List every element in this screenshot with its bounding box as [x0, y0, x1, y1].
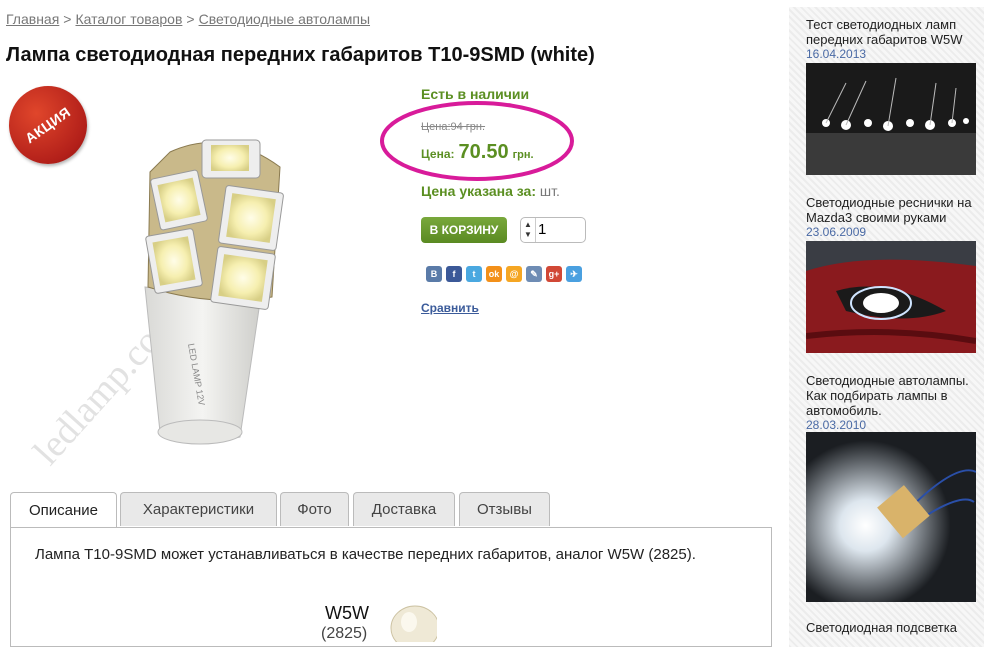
breadcrumb-link-home[interactable]: Главная	[6, 11, 59, 27]
livejournal-icon[interactable]: ✎	[526, 266, 542, 282]
quantity-input[interactable]	[538, 220, 578, 238]
googleplus-icon[interactable]: g+	[546, 266, 562, 282]
tab-delivery[interactable]: Доставка	[353, 492, 455, 526]
tab-photo[interactable]: Фото	[280, 492, 349, 526]
twitter-icon[interactable]: t	[466, 266, 482, 282]
price-currency: грн.	[512, 149, 534, 161]
news-image[interactable]	[806, 432, 976, 602]
share-buttons: Вf t ok @ ✎ g+ ✈	[426, 266, 582, 282]
news-date: 23.06.2009	[806, 225, 867, 239]
news-title[interactable]: Тест светодиодных ламп передних габарито…	[806, 17, 976, 47]
compare-link[interactable]: Сравнить	[421, 301, 479, 315]
tab-description[interactable]: Описание	[10, 492, 117, 528]
news-item[interactable]: Светодиодные автолампы. Как подбирать ла…	[806, 373, 976, 433]
news-title[interactable]: Светодиодные реснички на Mazda3 своими р…	[806, 195, 976, 225]
quantity-stepper[interactable]: ▲ ▼	[520, 217, 586, 243]
breadcrumb-separator: >	[63, 11, 72, 27]
price-note-label: Цена указана за:	[421, 183, 536, 199]
decrement-arrow-icon[interactable]: ▼	[524, 231, 532, 239]
increment-arrow-icon[interactable]: ▲	[524, 221, 532, 229]
odnoklassniki-icon[interactable]: ok	[486, 266, 502, 282]
add-to-cart-button[interactable]: В КОРЗИНУ	[421, 217, 507, 243]
breadcrumb-link-catalog[interactable]: Каталог товаров	[75, 11, 182, 27]
breadcrumb-separator: >	[186, 11, 195, 27]
news-item[interactable]: Светодиодные реснички на Mazda3 своими р…	[806, 195, 976, 240]
news-date: 16.04.2013	[806, 47, 867, 61]
sale-badge: АКЦИЯ	[9, 86, 87, 164]
facebook-icon[interactable]: f	[446, 266, 462, 282]
mailru-icon[interactable]: @	[506, 266, 522, 282]
price-label: Цена:	[421, 147, 455, 161]
tab-reviews[interactable]: Отзывы	[459, 492, 550, 526]
tab-specifications[interactable]: Характеристики	[120, 492, 277, 526]
news-title[interactable]: Светодиодные автолампы. Как подбирать ла…	[806, 373, 976, 418]
sale-badge-label: АКЦИЯ	[22, 103, 74, 147]
news-image[interactable]	[806, 241, 976, 353]
page-title: Лампа светодиодная передних габаритов T1…	[6, 44, 595, 66]
news-date: 28.03.2010	[806, 418, 867, 432]
news-image[interactable]	[806, 63, 976, 175]
price-note-unit: шт.	[539, 183, 560, 199]
old-price: Цена:94 грн.	[421, 121, 486, 133]
w5w-label: W5W	[325, 603, 369, 623]
w5w-lamp-image	[390, 605, 437, 642]
price-value: 70.50	[458, 141, 509, 163]
price-unit-note: Цена указана за: шт.	[421, 183, 560, 199]
breadcrumb: Главная > Каталог товаров > Светодиодные авт…	[6, 11, 370, 27]
vk-icon[interactable]: В	[426, 266, 442, 282]
news-item[interactable]: Тест светодиодных ламп передних габарито…	[806, 17, 976, 62]
quantity-arrows: ▲ ▼	[521, 218, 536, 242]
w5w-sublabel: (2825)	[321, 625, 368, 642]
description-text: Лампа T10-9SMD может устанавливаться в к…	[35, 546, 696, 563]
yandex-icon[interactable]: ✈	[566, 266, 582, 282]
price: Цена: 70.50 грн.	[421, 141, 534, 164]
breadcrumb-link-led-lamps[interactable]: Светодиодные автолампы	[199, 11, 370, 27]
